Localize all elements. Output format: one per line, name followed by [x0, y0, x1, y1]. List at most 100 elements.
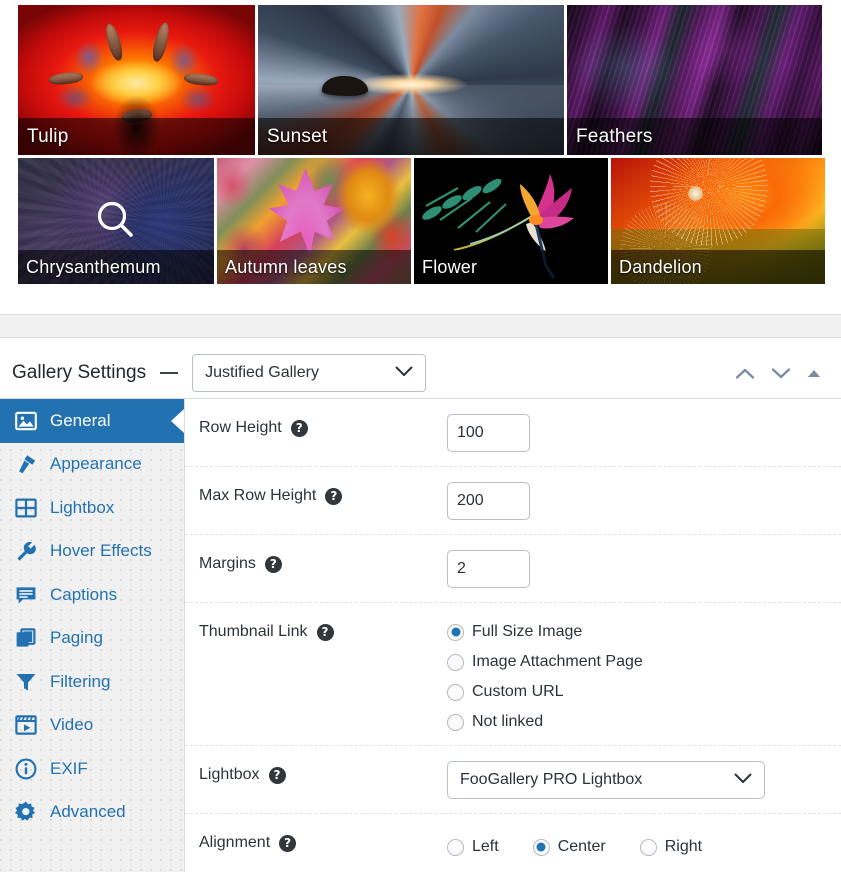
sidebar-item-filtering[interactable]: Filtering: [0, 660, 184, 704]
caption-text: Autumn leaves: [225, 256, 347, 277]
sidebar-item-hover-effects[interactable]: Hover Effects: [0, 530, 184, 574]
gallery-template-select[interactable]: Justified Gallery: [192, 354, 427, 392]
panel-separator-band: [0, 314, 841, 338]
radio-align-left[interactable]: Left: [447, 838, 499, 856]
chevron-down-icon: [734, 771, 752, 789]
radio-dot: [532, 838, 550, 856]
gear-icon: [14, 800, 38, 824]
row-label: Alignment ?: [199, 828, 447, 852]
sidebar-item-general[interactable]: General: [0, 399, 184, 443]
row-control: [447, 413, 841, 452]
margins-input[interactable]: [447, 550, 530, 588]
book-icon: [14, 626, 38, 650]
sidebar-item-appearance[interactable]: Appearance: [0, 443, 184, 487]
image-icon: [14, 409, 38, 433]
caption-text: Dandelion: [619, 256, 702, 277]
radio-align-center[interactable]: Center: [532, 838, 606, 856]
gallery-thumbnail-tulip[interactable]: Tulip: [18, 5, 255, 155]
field-label: Lightbox: [199, 766, 260, 783]
help-icon[interactable]: ?: [279, 834, 297, 852]
radio-label: Center: [557, 838, 606, 855]
sidebar-item-lightbox[interactable]: Lightbox: [0, 486, 184, 530]
move-down-button[interactable]: [771, 367, 791, 380]
row-control: FooGallery PRO Lightbox: [447, 760, 841, 799]
magnifier-icon: [93, 198, 139, 244]
help-icon[interactable]: ?: [264, 555, 282, 573]
thumbnail-link-radio-group: Full Size Image Image Attachment Page Cu…: [447, 618, 841, 731]
gallery-row: Tulip Sunset Feathers: [18, 5, 823, 155]
radio-dot: [639, 838, 657, 856]
collapse-panel-button[interactable]: [807, 369, 821, 378]
grid-icon: [14, 496, 38, 520]
caption-text: Chrysanthemum: [26, 256, 161, 277]
caption-text: Tulip: [27, 125, 69, 147]
row-label: Margins ?: [199, 549, 447, 573]
info-icon: [14, 757, 38, 781]
sidebar-item-label: Paging: [50, 628, 103, 648]
radio-not-linked[interactable]: Not linked: [447, 713, 841, 731]
row-label: Row Height ?: [199, 413, 447, 437]
thumbnail-caption: Autumn leaves: [217, 250, 411, 284]
thumbnail-caption: Dandelion: [611, 250, 825, 284]
row-height-input[interactable]: [447, 414, 530, 452]
radio-label: Custom URL: [472, 683, 564, 700]
gallery-thumbnail-flower[interactable]: Flower: [414, 158, 608, 284]
gallery-template-value: Justified Gallery: [205, 364, 319, 381]
lightbox-value: FooGallery PRO Lightbox: [460, 771, 643, 788]
field-label: Row Height: [199, 419, 282, 436]
sidebar-item-paging[interactable]: Paging: [0, 617, 184, 661]
gallery-thumbnail-chrysanthemum[interactable]: Chrysanthemum: [18, 158, 214, 284]
gallery-thumbnail-sunset[interactable]: Sunset: [258, 5, 564, 155]
lightbox-select[interactable]: FooGallery PRO Lightbox: [447, 761, 765, 799]
panel-header-actions: [735, 367, 829, 380]
radio-custom-url[interactable]: Custom URL: [447, 683, 841, 701]
radio-label: Right: [664, 838, 703, 855]
help-icon[interactable]: ?: [325, 487, 343, 505]
help-icon[interactable]: ?: [316, 623, 334, 641]
row-control: Left Center Right: [447, 828, 841, 856]
radio-dot: [447, 653, 464, 671]
row-label: Max Row Height ?: [199, 481, 447, 505]
gallery-thumbnail-autumn-leaves[interactable]: Autumn leaves: [217, 158, 411, 284]
gallery-thumbnail-dandelion[interactable]: Dandelion: [611, 158, 825, 284]
settings-sidebar: General Appearance Lightbox Hover Effect…: [0, 399, 185, 872]
form-row-lightbox: Lightbox ? FooGallery PRO Lightbox: [185, 746, 841, 814]
radio-full-size-image[interactable]: Full Size Image: [447, 623, 841, 641]
sidebar-item-advanced[interactable]: Advanced: [0, 791, 184, 835]
sidebar-item-label: General: [50, 410, 111, 430]
sidebar-item-video[interactable]: Video: [0, 704, 184, 748]
wrench-icon: [14, 539, 38, 563]
form-row-margins: Margins ?: [185, 535, 841, 603]
field-label: Thumbnail Link: [199, 623, 308, 640]
radio-dot: [447, 623, 464, 641]
title-dash: [160, 372, 179, 374]
form-row-alignment: Alignment ? Left Center Right: [185, 814, 841, 872]
row-label: Lightbox ?: [199, 760, 447, 784]
panel-header: Gallery Settings Justified Gallery: [0, 348, 841, 398]
move-up-button[interactable]: [735, 367, 755, 380]
max-row-height-input[interactable]: [447, 482, 530, 520]
form-row-max-row-height: Max Row Height ?: [185, 467, 841, 535]
field-label: Alignment: [199, 834, 271, 851]
sidebar-item-label: Hover Effects: [50, 541, 152, 561]
settings-form: Row Height ? Max Row Height ? Margin: [185, 399, 841, 872]
caption-text: Sunset: [267, 125, 328, 147]
thumbnail-caption: Tulip: [18, 118, 255, 155]
alignment-radio-group: Left Center Right: [447, 829, 841, 856]
caption-text: Feathers: [576, 125, 653, 147]
help-icon[interactable]: ?: [290, 419, 308, 437]
radio-label: Image Attachment Page: [472, 653, 643, 670]
radio-align-right[interactable]: Right: [639, 838, 703, 856]
comment-icon: [14, 583, 38, 607]
sidebar-item-label: Advanced: [50, 802, 126, 822]
radio-label: Full Size Image: [472, 623, 583, 640]
radio-image-attachment-page[interactable]: Image Attachment Page: [447, 653, 841, 671]
gallery-thumbnail-feathers[interactable]: Feathers: [567, 5, 822, 155]
sidebar-item-exif[interactable]: EXIF: [0, 747, 184, 791]
preview-gap: [0, 287, 841, 314]
sidebar-item-label: Filtering: [50, 671, 111, 691]
help-icon[interactable]: ?: [268, 766, 286, 784]
form-row-thumbnail-link: Thumbnail Link ? Full Size Image Image A…: [185, 603, 841, 746]
sidebar-item-label: Video: [50, 715, 94, 735]
sidebar-item-captions[interactable]: Captions: [0, 573, 184, 617]
